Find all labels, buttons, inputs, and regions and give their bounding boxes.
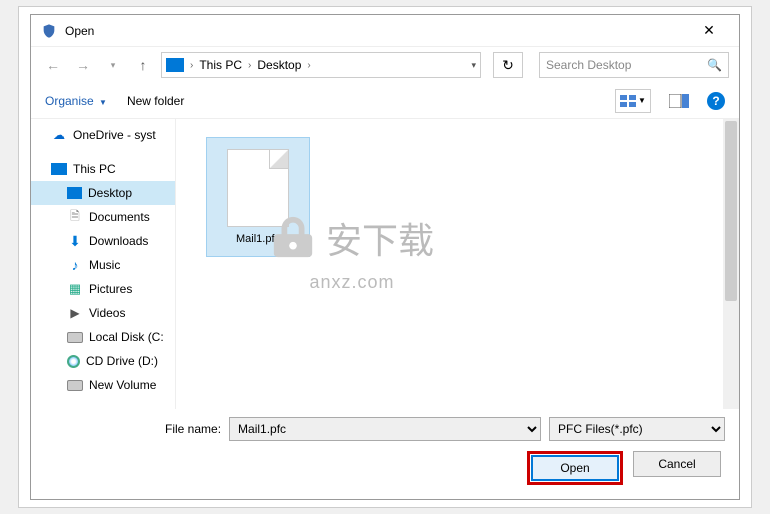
chevron-right-icon: › — [190, 60, 193, 71]
address-bar[interactable]: › This PC › Desktop › ▾ — [161, 52, 481, 78]
forward-button[interactable]: → — [71, 53, 95, 77]
close-button[interactable]: ✕ — [689, 15, 729, 47]
cancel-button[interactable]: Cancel — [633, 451, 721, 477]
view-mode-button[interactable]: ▼ — [615, 89, 651, 113]
filetype-select[interactable]: PFC Files(*.pfc) — [549, 417, 725, 441]
desktop-icon — [67, 187, 82, 199]
open-dialog: Open ✕ ← → ▾ ↑ › This PC › Desktop › ▾ ↻… — [30, 14, 740, 500]
sidebar-item-desktop[interactable]: Desktop — [31, 181, 175, 205]
breadcrumb-root[interactable]: This PC — [199, 58, 242, 72]
sidebar-item-thispc[interactable]: This PC — [31, 157, 175, 181]
sidebar-item-cddrive[interactable]: CD Drive (D:) — [31, 349, 175, 373]
new-folder-button[interactable]: New folder — [127, 94, 184, 108]
organise-menu[interactable]: Organise ▼ — [45, 94, 107, 108]
dialog-body: ☁OneDrive - syst This PC Desktop 🗎Docume… — [31, 119, 739, 409]
chevron-right-icon: › — [307, 60, 310, 71]
breadcrumb-folder[interactable]: Desktop — [257, 58, 301, 72]
downloads-icon: ⬇ — [67, 234, 83, 248]
videos-icon: ▶ — [67, 306, 83, 320]
help-button[interactable]: ? — [707, 92, 725, 110]
music-icon: ♪ — [67, 258, 83, 272]
app-shield-icon — [41, 23, 57, 39]
pictures-icon: ▦ — [67, 282, 83, 296]
file-list-pane[interactable]: Mail1.pfc — [176, 119, 739, 409]
back-button[interactable]: ← — [41, 53, 65, 77]
sidebar-item-videos[interactable]: ▶Videos — [31, 301, 175, 325]
disk-icon — [67, 380, 83, 391]
file-item[interactable]: Mail1.pfc — [206, 137, 310, 257]
documents-icon: 🗎 — [67, 210, 83, 224]
cd-icon — [67, 355, 80, 368]
refresh-button[interactable]: ↻ — [493, 52, 523, 78]
file-label: Mail1.pfc — [236, 233, 280, 245]
search-input[interactable]: Search Desktop 🔍 — [539, 52, 729, 78]
sidebar-item-documents[interactable]: 🗎Documents — [31, 205, 175, 229]
cloud-icon: ☁ — [51, 128, 67, 142]
sidebar-item-onedrive[interactable]: ☁OneDrive - syst — [31, 123, 175, 147]
sidebar-item-pictures[interactable]: ▦Pictures — [31, 277, 175, 301]
up-button[interactable]: ↑ — [131, 53, 155, 77]
filename-label: File name: — [165, 422, 221, 436]
titlebar: Open ✕ — [31, 15, 739, 47]
navigation-tree: ☁OneDrive - syst This PC Desktop 🗎Docume… — [31, 119, 176, 409]
chevron-right-icon: › — [248, 60, 251, 71]
content-scrollbar[interactable] — [723, 119, 739, 409]
recent-dropdown[interactable]: ▾ — [101, 53, 125, 77]
bottom-panel: File name: Mail1.pfc PFC Files(*.pfc) Op… — [31, 409, 739, 499]
search-icon: 🔍 — [707, 58, 722, 72]
search-placeholder: Search Desktop — [546, 58, 631, 72]
command-bar: Organise ▼ New folder ▼ ? — [31, 83, 739, 119]
sidebar-item-localdisk[interactable]: Local Disk (C: — [31, 325, 175, 349]
addressbar-dropdown[interactable]: ▾ — [471, 60, 476, 71]
preview-pane-button[interactable] — [661, 89, 697, 113]
pc-icon — [51, 163, 67, 175]
filename-input[interactable]: Mail1.pfc — [229, 417, 541, 441]
sidebar-item-downloads[interactable]: ⬇Downloads — [31, 229, 175, 253]
sidebar-item-newvolume[interactable]: New Volume — [31, 373, 175, 397]
open-highlight: Open — [527, 451, 623, 485]
dialog-title: Open — [65, 24, 689, 38]
disk-icon — [67, 332, 83, 343]
pc-icon — [166, 58, 184, 72]
nav-toolbar: ← → ▾ ↑ › This PC › Desktop › ▾ ↻ Search… — [31, 47, 739, 83]
open-button[interactable]: Open — [531, 455, 619, 481]
outer-frame: Open ✕ ← → ▾ ↑ › This PC › Desktop › ▾ ↻… — [18, 6, 752, 508]
sidebar-item-music[interactable]: ♪Music — [31, 253, 175, 277]
file-icon — [227, 149, 289, 227]
